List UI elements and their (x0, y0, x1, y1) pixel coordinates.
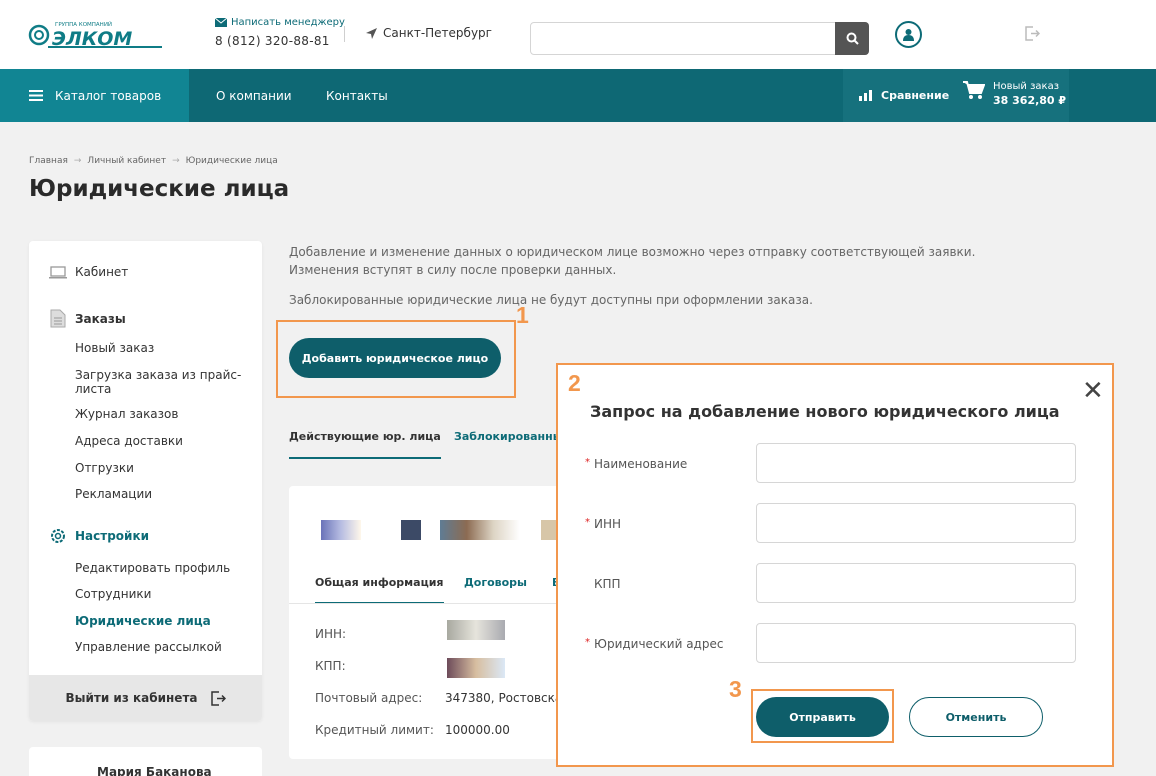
breadcrumb-arrow-icon: → (172, 156, 180, 166)
sidebar-item-shipments[interactable]: Отгрузки (75, 461, 245, 475)
sidebar-item-order-log[interactable]: Журнал заказов (75, 407, 245, 421)
sidebar-item-claims[interactable]: Рекламации (75, 487, 245, 501)
annotation-number-1: 1 (516, 302, 529, 328)
sidebar: Кабинет Заказы Новый заказ Загрузка зака… (29, 241, 262, 721)
catalog-button[interactable]: Каталог товаров (0, 69, 189, 122)
sidebar-item-cabinet[interactable]: Кабинет (49, 265, 128, 279)
breadcrumb: Главная → Личный кабинет → Юридические л… (29, 156, 278, 166)
sidebar-cabinet-label: Кабинет (75, 265, 129, 279)
sidebar-item-edit-profile[interactable]: Редактировать профиль (75, 561, 245, 575)
sidebar-section-orders[interactable]: Заказы (49, 309, 126, 328)
top-header: ГРУППА КОМПАНИЙ ЭЛКОМ Написать менеджеру… (0, 0, 1156, 69)
write-manager-link[interactable]: Написать менеджеру (215, 17, 345, 28)
breadcrumb-arrow-icon: → (73, 156, 82, 166)
user-name: Мария Баканова (97, 765, 212, 776)
logout-button[interactable]: Выйти из кабинета (29, 675, 262, 721)
profile-button[interactable] (895, 21, 922, 48)
cart-label: Новый заказ (993, 81, 1060, 92)
laptop-icon (49, 265, 67, 278)
logout-icon-button[interactable] (1024, 26, 1041, 45)
info-text: Добавление и изменение данных о юридичес… (289, 245, 976, 277)
sidebar-section-settings[interactable]: Настройки (49, 527, 149, 545)
redacted-name (401, 520, 421, 540)
credit-limit-label: Кредитный лимит: (315, 723, 434, 737)
catalog-label: Каталог товаров (55, 88, 162, 103)
city-selector[interactable]: Санкт-Петербург (366, 26, 492, 40)
sidebar-settings-heading: Настройки (75, 529, 150, 543)
search-input[interactable] (531, 23, 831, 54)
credit-limit-value: 100000.00 (445, 723, 510, 737)
cart-icon (963, 81, 985, 99)
compare-button[interactable]: Сравнение (859, 89, 949, 102)
menu-icon (29, 90, 43, 101)
user-card: Мария Баканова (29, 747, 262, 776)
tab-contracts[interactable]: Договоры (464, 576, 527, 589)
search-button[interactable] (835, 22, 869, 55)
mail-icon (215, 18, 227, 27)
nav-contacts[interactable]: Контакты (326, 89, 388, 103)
logout-icon (210, 690, 226, 706)
divider (289, 603, 561, 604)
breadcrumb-current: Юридические лица (185, 156, 278, 166)
compare-label: Сравнение (881, 89, 950, 102)
sidebar-item-addresses[interactable]: Адреса доставки (75, 434, 245, 448)
search-icon (846, 32, 859, 45)
write-manager-label: Написать менеджеру (231, 17, 345, 28)
logout-icon (1025, 26, 1041, 41)
tab-blocked-entities[interactable]: Заблокированные (454, 430, 558, 443)
tab-general-info[interactable]: Общая информация (315, 576, 444, 604)
annotation-number-2: 2 (568, 370, 581, 396)
annotation-box-1 (276, 320, 516, 398)
redacted-kpp (447, 658, 505, 678)
main-nav: Каталог товаров О компании Контакты Срав… (0, 69, 1156, 122)
cart-button[interactable]: Новый заказ 38 362,80 ₽ (963, 81, 1066, 107)
nav-right-group: Сравнение Новый заказ 38 362,80 ₽ (843, 69, 1069, 122)
city-label: Санкт-Петербург (383, 26, 492, 40)
annotation-number-3: 3 (729, 676, 742, 702)
page-title: Юридические лица (29, 176, 290, 202)
logout-label: Выйти из кабинета (65, 691, 198, 705)
nav-about[interactable]: О компании (216, 89, 292, 103)
cart-total: 38 362,80 ₽ (993, 94, 1067, 107)
logo[interactable]: ГРУППА КОМПАНИЙ ЭЛКОМ (28, 18, 164, 50)
sidebar-item-price-upload[interactable]: Загрузка заказа из прайс-листа (75, 368, 245, 396)
cart-text: Новый заказ 38 362,80 ₽ (993, 81, 1066, 107)
bar-chart-icon (859, 90, 872, 101)
redacted-name (440, 520, 520, 540)
annotation-box-3 (751, 689, 894, 743)
redacted-name (321, 520, 361, 540)
search-box (530, 22, 869, 55)
postal-address-label: Почтовый адрес: (315, 691, 423, 705)
postal-address-value: 347380, Ростовская (445, 691, 561, 705)
gear-icon (51, 529, 65, 543)
breadcrumb-cabinet[interactable]: Личный кабинет (87, 156, 166, 166)
breadcrumb-home[interactable]: Главная (29, 156, 68, 166)
location-arrow-icon (366, 27, 377, 39)
sidebar-item-employees[interactable]: Сотрудники (75, 587, 245, 601)
phone-number[interactable]: 8 (812) 320-88-81 (215, 34, 330, 48)
user-icon (903, 29, 914, 41)
kpp-label: КПП: (315, 659, 346, 673)
redacted-inn (447, 620, 505, 640)
sidebar-orders-heading: Заказы (75, 311, 126, 326)
sidebar-item-new-order[interactable]: Новый заказ (75, 341, 245, 355)
document-icon (50, 309, 66, 328)
svg-text:ГРУППА КОМПАНИЙ: ГРУППА КОМПАНИЙ (55, 21, 112, 28)
sidebar-item-newsletter[interactable]: Управление рассылкой (75, 640, 245, 654)
blocked-info-text: Заблокированные юридические лица не буду… (289, 293, 813, 307)
inn-label: ИНН: (315, 627, 347, 641)
legal-entity-card: Общая информация Договоры В ИНН: КПП: По… (289, 486, 561, 759)
tab-active-entities[interactable]: Действующие юр. лица (289, 430, 441, 459)
divider (344, 26, 345, 42)
sidebar-item-legal-entities[interactable]: Юридические лица (75, 614, 245, 628)
